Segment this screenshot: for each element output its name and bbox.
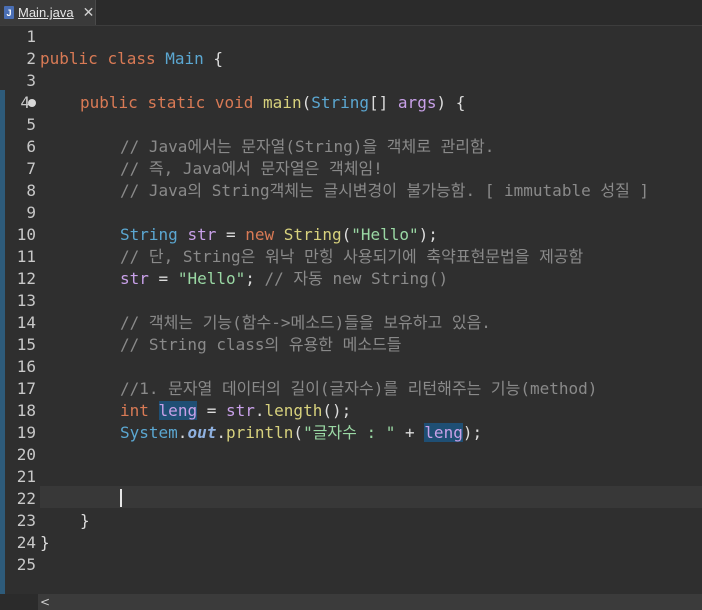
class-name: System <box>120 423 178 442</box>
current-line-highlight <box>40 486 702 508</box>
code-line-18: int leng = str.length(); <box>120 400 351 422</box>
field-name: out <box>187 423 217 442</box>
line-number: 11 <box>16 247 36 266</box>
code-text: ( <box>293 423 304 442</box>
variable: str <box>120 269 149 288</box>
line-number: 15 <box>16 335 36 354</box>
tab-label: Main.java <box>18 5 74 20</box>
line-number: 14 <box>16 313 36 332</box>
code-line-15: // String class의 유용한 메소드들 <box>120 335 402 354</box>
code-text: ); <box>462 423 483 442</box>
code-text: . <box>254 401 265 420</box>
code-editor[interactable]: 1 2 3 4 5 6 7 8 9 10 11 12 13 14 15 16 1… <box>0 26 702 600</box>
code-line-14: // 객체는 기능(함수->메소드)들을 보유하고 있음. <box>120 313 491 332</box>
variable: leng <box>158 401 198 420</box>
line-number: 7 <box>26 159 36 178</box>
code-line-11: // 단, String은 워낙 만힝 사용되기에 축약표현문법을 제공함 <box>120 247 584 266</box>
java-file-icon: J <box>4 6 14 19</box>
code-text: ); <box>418 225 438 244</box>
code-text: ) { <box>436 93 466 112</box>
code-line-7: // 즉, Java에서 문자열은 객체임! <box>120 159 383 178</box>
code-text: (); <box>322 401 352 420</box>
line-number: 9 <box>26 203 36 222</box>
code-line-24: } <box>40 533 50 552</box>
keyword: class <box>107 49 156 68</box>
code-text: = <box>197 401 226 420</box>
method-name: length <box>264 401 323 420</box>
keyword: int <box>120 401 149 420</box>
code-text: ( <box>301 93 312 112</box>
line-number: 17 <box>16 379 36 398</box>
code-text: { <box>203 49 224 68</box>
code-line-2: public class Main { <box>40 48 223 70</box>
variable: str <box>225 401 255 420</box>
class-name: Main <box>165 49 204 68</box>
line-number: 16 <box>16 357 36 376</box>
code-text: . <box>216 423 226 442</box>
keyword: new <box>245 225 275 244</box>
variable: str <box>187 225 217 244</box>
line-number: 12 <box>16 269 36 288</box>
keyword: void <box>214 93 254 112</box>
code-line-17: //1. 문자열 데이터의 길이(글자수)를 리턴해주는 기능(method) <box>120 379 598 398</box>
line-number: 8 <box>26 181 36 200</box>
scroll-left-arrow-icon[interactable]: < <box>40 594 50 610</box>
keyword: public <box>80 93 138 112</box>
code-text: [] <box>369 93 398 112</box>
line-number: 20 <box>16 445 36 464</box>
line-number: 1 <box>26 27 36 46</box>
variable: leng <box>424 423 463 442</box>
code-line-8: // Java의 String객체는 글시변경이 불가능함. [ immutab… <box>120 181 650 200</box>
variable: args <box>397 93 437 112</box>
code-line-4: public static void main(String[] args) { <box>80 92 465 114</box>
line-number: 19 <box>16 423 36 442</box>
line-number: 21 <box>16 467 36 486</box>
line-number: 25 <box>16 555 36 574</box>
code-text: = <box>148 269 178 288</box>
keyword: public <box>40 49 98 68</box>
method-name: println <box>225 423 294 442</box>
line-number: 5 <box>26 115 36 134</box>
line-number: 4 <box>20 93 30 112</box>
text-caret <box>120 489 122 507</box>
keyword: static <box>147 93 206 112</box>
code-text: . <box>177 423 188 442</box>
code-line-23: } <box>80 511 90 530</box>
class-name: String <box>120 225 178 244</box>
code-line-6: // Java에서는 문자열(String)을 객체로 관리함. <box>120 137 495 156</box>
line-number: 3 <box>26 71 36 90</box>
code-text: = <box>216 225 246 244</box>
line-number: 22 <box>16 489 36 508</box>
close-icon[interactable]: ✕ <box>83 4 95 21</box>
line-number: 23 <box>16 511 36 530</box>
class-name: String <box>283 225 342 244</box>
string-literal: "Hello" <box>351 225 419 244</box>
code-text: ( <box>341 225 352 244</box>
tab-main-java[interactable]: J Main.java ✕ <box>0 0 96 25</box>
fold-icon[interactable] <box>28 99 36 107</box>
line-number: 13 <box>16 291 36 310</box>
scroll-corner <box>0 594 38 610</box>
code-text: + <box>395 423 425 442</box>
line-number: 2 <box>26 49 36 68</box>
comment: // 자동 new String() <box>264 269 449 288</box>
string-literal: "글자수 : " <box>303 423 396 442</box>
code-text: ; <box>245 269 265 288</box>
line-number: 24 <box>16 533 36 552</box>
string-literal: "Hello" <box>177 269 246 288</box>
code-line-12: str = "Hello"; // 자동 new String() <box>120 268 448 290</box>
line-number: 18 <box>16 401 36 420</box>
code-line-10: String str = new String("Hello"); <box>120 224 438 246</box>
line-number: 10 <box>16 225 36 244</box>
class-name: String <box>311 93 370 112</box>
code-line-19: System.out.println("글자수 : " + leng); <box>120 422 482 444</box>
editor-tab-bar: J Main.java ✕ <box>0 0 702 26</box>
method-name: main <box>263 93 302 112</box>
horizontal-scrollbar[interactable]: < <box>38 594 702 610</box>
line-number: 6 <box>26 137 36 156</box>
